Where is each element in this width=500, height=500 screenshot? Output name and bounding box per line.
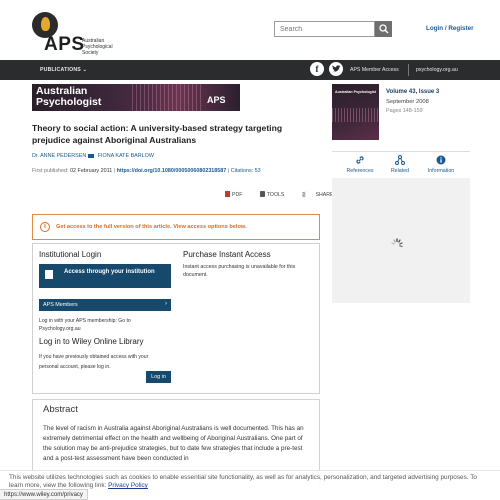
- access-institution-button[interactable]: Access through your institution: [39, 264, 171, 288]
- banner-title-line-2: Psychologist: [36, 96, 102, 108]
- cookie-message: This website utilizes technologies such …: [9, 474, 477, 489]
- institutional-login-heading: Institutional Login: [39, 250, 102, 259]
- banner-title: Australian Psychologist: [36, 86, 101, 108]
- pdf-button[interactable]: PDF: [225, 191, 250, 198]
- institution-button-label: Access through your institution: [64, 269, 155, 275]
- aps-members-button[interactable]: APS Members ›: [39, 299, 171, 311]
- info-circle-icon: [436, 155, 446, 165]
- tools-button[interactable]: TOOLS: [259, 191, 293, 198]
- search-box: [274, 21, 392, 37]
- search-input[interactable]: [274, 21, 375, 37]
- cookie-text: This website utilizes technologies such …: [9, 474, 491, 490]
- doi-link[interactable]: https://doi.org/10.1080/0005006080231858…: [117, 168, 227, 174]
- wiley-login-heading: Log in to Wiley Online Library: [39, 337, 144, 346]
- issue-date: September 2008: [386, 99, 429, 105]
- journal-banner[interactable]: Australian Psychologist APS: [32, 84, 240, 111]
- cover-title: Australian Psychologist: [335, 90, 376, 94]
- tab-information[interactable]: Information: [421, 155, 461, 174]
- wiley-login-note: If you have previously obtained access w…: [39, 354, 149, 370]
- publication-info: First published: 02 February 2011 | http…: [32, 168, 261, 174]
- site-header: APS Australian Psychological Society Log…: [0, 0, 500, 58]
- cover-pattern: [332, 108, 379, 122]
- aps-member-access-link[interactable]: APS Member Access: [350, 67, 399, 73]
- banner-badge-text: APS: [207, 95, 226, 105]
- membership-note: Log in with your APS membership: Go to P…: [39, 318, 131, 332]
- first-published-label: First published:: [32, 168, 69, 174]
- chevron-right-icon: ›: [165, 301, 167, 307]
- volume-issue-link[interactable]: Volume 43, Issue 3: [386, 89, 439, 95]
- sidebar-divider: [332, 151, 470, 152]
- tools-label: TOOLS: [266, 192, 285, 198]
- banner-aps-badge: APS: [207, 92, 237, 106]
- purchase-text: Instant access purchasing is unavailable…: [183, 264, 296, 278]
- status-bar-url: https://www.wiley.com/privacy: [0, 489, 88, 500]
- wrench-icon: [259, 191, 265, 197]
- privacy-policy-link[interactable]: Privacy Policy: [108, 482, 148, 489]
- facebook-icon[interactable]: f: [310, 62, 324, 76]
- aps-members-label: APS Members: [43, 302, 78, 308]
- search-button[interactable]: [375, 21, 392, 37]
- email-icon[interactable]: [88, 153, 95, 158]
- tab-references[interactable]: References: [340, 155, 380, 174]
- share-label: SHARE: [315, 192, 334, 198]
- abstract-body: The level of racism in Australia against…: [43, 425, 304, 462]
- publications-menu[interactable]: PUBLICATIONS ⌄: [40, 67, 87, 73]
- tab-information-label: Information: [427, 168, 455, 174]
- share-icon: ⋚: [301, 192, 308, 198]
- login-register-link[interactable]: Login / Register: [426, 25, 474, 32]
- author-list: Dr. ANNE PEDERSEN FIONA KATE BARLOW: [32, 153, 154, 159]
- pdf-label: PDF: [232, 192, 243, 198]
- twitter-icon[interactable]: [329, 62, 343, 76]
- tab-related[interactable]: Related: [380, 155, 420, 174]
- citations-link[interactable]: Citations: 53: [231, 168, 261, 174]
- author-link[interactable]: FIONA KATE BARLOW: [98, 153, 154, 159]
- sidebar-content-panel: [332, 178, 470, 303]
- tab-references-label: References: [346, 168, 374, 174]
- banner-pattern: [132, 84, 202, 111]
- info-icon: i: [40, 222, 50, 232]
- author-link[interactable]: Dr. ANNE PEDERSEN: [32, 153, 86, 159]
- abstract-heading: Abstract: [43, 404, 78, 415]
- link-icon: [356, 156, 364, 164]
- institution-icon: [45, 270, 53, 279]
- logo-text: APS: [44, 34, 85, 55]
- network-icon: [395, 155, 405, 165]
- loading-spinner-icon: [391, 238, 403, 248]
- journal-cover[interactable]: Australian Psychologist: [332, 84, 379, 140]
- tab-related-label: Related: [390, 168, 410, 174]
- access-banner: i Get access to the full version of this…: [32, 214, 320, 240]
- psychology-org-link[interactable]: psychology.org.au: [416, 67, 458, 73]
- login-button[interactable]: Log in: [146, 371, 171, 383]
- first-published-date: 02 February 2011: [70, 168, 113, 174]
- pdf-icon: [225, 191, 230, 197]
- nav-divider: [408, 64, 409, 76]
- article-tools: PDF TOOLS ⋚ SHARE: [225, 191, 349, 198]
- logo-society-name: Australian Psychological Society: [82, 38, 113, 56]
- publications-label: PUBLICATIONS: [40, 66, 81, 73]
- chevron-down-icon: ⌄: [82, 66, 88, 73]
- nav-bar: PUBLICATIONS ⌄ f APS Member Access psych…: [0, 60, 500, 80]
- page-range: Pages 148-159: [386, 108, 423, 114]
- article-title: Theory to social action: A university-ba…: [32, 123, 283, 145]
- access-message[interactable]: Get access to the full version of this a…: [56, 224, 247, 230]
- search-icon: [379, 24, 389, 34]
- purchase-heading: Purchase Instant Access: [183, 250, 271, 259]
- aps-logo[interactable]: APS Australian Psychological Society: [32, 12, 132, 56]
- access-options-panel: Institutional Login Access through your …: [32, 243, 320, 394]
